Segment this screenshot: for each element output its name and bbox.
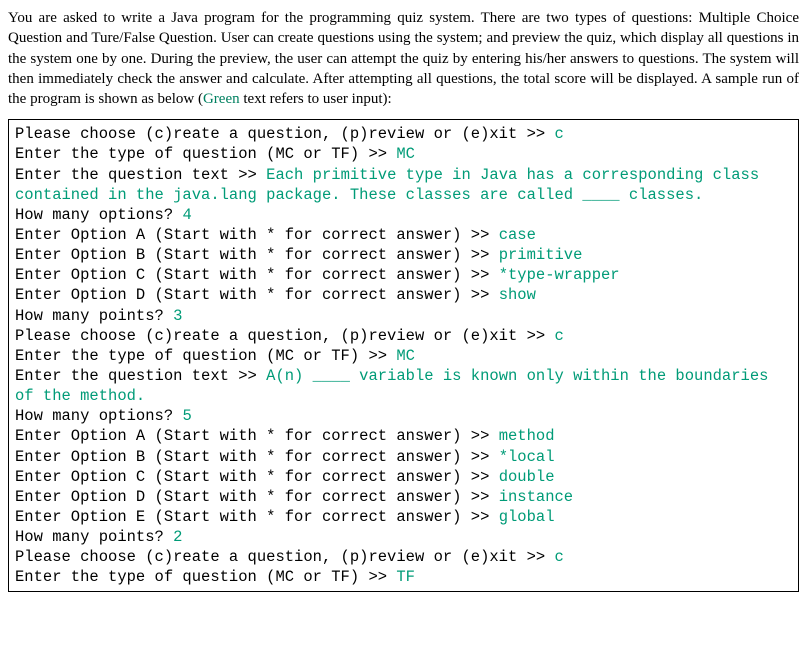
prompt-text: How many options? bbox=[15, 206, 182, 224]
prompt-text: Enter Option D (Start with * for correct… bbox=[15, 488, 499, 506]
user-input-text: instance bbox=[499, 488, 573, 506]
user-input-text: method bbox=[499, 427, 555, 445]
terminal-line: Enter Option C (Start with * for correct… bbox=[15, 467, 792, 487]
prompt-text: Enter the question text >> bbox=[15, 166, 266, 184]
terminal-line: Enter Option A (Start with * for correct… bbox=[15, 426, 792, 446]
prompt-text: How many points? bbox=[15, 528, 173, 546]
user-input-text: *type-wrapper bbox=[499, 266, 620, 284]
user-input-text: 3 bbox=[173, 307, 182, 325]
user-input-text: MC bbox=[396, 145, 415, 163]
prompt-text: Enter Option D (Start with * for correct… bbox=[15, 286, 499, 304]
user-input-text: c bbox=[555, 327, 564, 345]
terminal-line: Please choose (c)reate a question, (p)re… bbox=[15, 326, 792, 346]
instructions-green-word: Green bbox=[203, 91, 240, 107]
terminal-line: How many options? 4 bbox=[15, 205, 792, 225]
prompt-text: Enter the type of question (MC or TF) >> bbox=[15, 145, 396, 163]
prompt-text: Please choose (c)reate a question, (p)re… bbox=[15, 125, 555, 143]
user-input-text: MC bbox=[396, 347, 415, 365]
prompt-text: Please choose (c)reate a question, (p)re… bbox=[15, 327, 555, 345]
terminal-line: How many points? 2 bbox=[15, 527, 792, 547]
terminal-line: Enter the type of question (MC or TF) >>… bbox=[15, 144, 792, 164]
user-input-text: global bbox=[499, 508, 555, 526]
instructions-text: You are asked to write a Java program fo… bbox=[8, 10, 799, 107]
terminal-line: How many points? 3 bbox=[15, 306, 792, 326]
prompt-text: Please choose (c)reate a question, (p)re… bbox=[15, 548, 555, 566]
terminal-line: Enter Option D (Start with * for correct… bbox=[15, 285, 792, 305]
prompt-text: Enter Option B (Start with * for correct… bbox=[15, 246, 499, 264]
terminal-line: Please choose (c)reate a question, (p)re… bbox=[15, 547, 792, 567]
user-input-text: *local bbox=[499, 448, 555, 466]
terminal-line: Enter Option C (Start with * for correct… bbox=[15, 265, 792, 285]
prompt-text: Enter the type of question (MC or TF) >> bbox=[15, 568, 396, 586]
prompt-text: Enter Option B (Start with * for correct… bbox=[15, 448, 499, 466]
user-input-text: c bbox=[555, 548, 564, 566]
terminal-line: Enter Option B (Start with * for correct… bbox=[15, 245, 792, 265]
user-input-text: case bbox=[499, 226, 536, 244]
user-input-text: 5 bbox=[182, 407, 191, 425]
terminal-line: Enter the question text >> Each primitiv… bbox=[15, 165, 792, 205]
prompt-text: Enter Option A (Start with * for correct… bbox=[15, 226, 499, 244]
terminal-output: Please choose (c)reate a question, (p)re… bbox=[8, 119, 799, 592]
prompt-text: Enter the type of question (MC or TF) >> bbox=[15, 347, 396, 365]
instructions-text-suffix: text refers to user input): bbox=[240, 91, 392, 107]
prompt-text: Enter Option C (Start with * for correct… bbox=[15, 468, 499, 486]
user-input-text: TF bbox=[396, 568, 415, 586]
terminal-line: Enter the type of question (MC or TF) >>… bbox=[15, 567, 792, 587]
terminal-line: Please choose (c)reate a question, (p)re… bbox=[15, 124, 792, 144]
user-input-text: 2 bbox=[173, 528, 182, 546]
instructions-paragraph: You are asked to write a Java program fo… bbox=[8, 8, 799, 109]
user-input-text: show bbox=[499, 286, 536, 304]
user-input-text: c bbox=[555, 125, 564, 143]
prompt-text: Enter the question text >> bbox=[15, 367, 266, 385]
terminal-line: Enter the type of question (MC or TF) >>… bbox=[15, 346, 792, 366]
terminal-line: Enter Option D (Start with * for correct… bbox=[15, 487, 792, 507]
terminal-line: Enter Option E (Start with * for correct… bbox=[15, 507, 792, 527]
prompt-text: How many options? bbox=[15, 407, 182, 425]
prompt-text: Enter Option A (Start with * for correct… bbox=[15, 427, 499, 445]
terminal-line: Enter Option B (Start with * for correct… bbox=[15, 447, 792, 467]
terminal-line: How many options? 5 bbox=[15, 406, 792, 426]
terminal-line: Enter the question text >> A(n) ____ var… bbox=[15, 366, 792, 406]
user-input-text: 4 bbox=[182, 206, 191, 224]
terminal-line: Enter Option A (Start with * for correct… bbox=[15, 225, 792, 245]
user-input-text: double bbox=[499, 468, 555, 486]
prompt-text: How many points? bbox=[15, 307, 173, 325]
user-input-text: primitive bbox=[499, 246, 583, 264]
prompt-text: Enter Option C (Start with * for correct… bbox=[15, 266, 499, 284]
prompt-text: Enter Option E (Start with * for correct… bbox=[15, 508, 499, 526]
